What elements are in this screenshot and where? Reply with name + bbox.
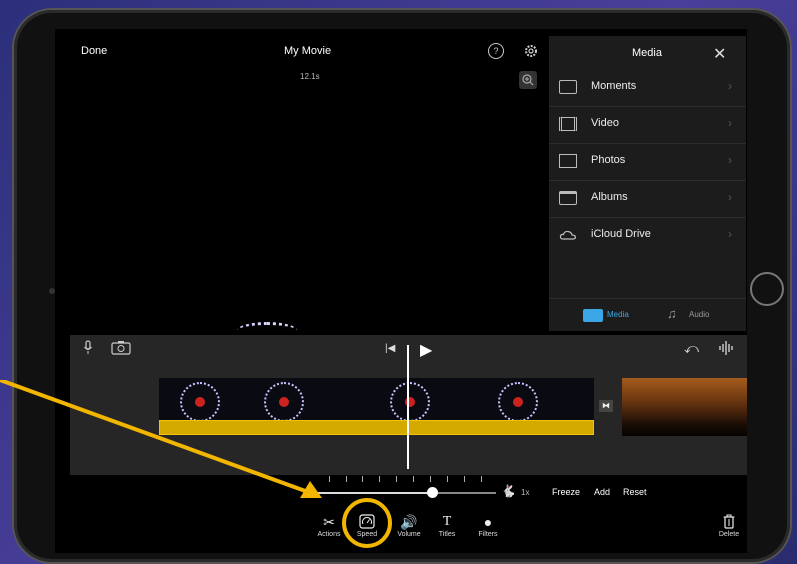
- tool-label: Actions: [317, 531, 341, 538]
- media-item-photos[interactable]: Photos ›: [549, 143, 746, 181]
- film-icon: [559, 117, 577, 131]
- playhead-marker: [402, 335, 414, 343]
- microphone-icon[interactable]: [83, 340, 93, 356]
- clip-frame-thumbnail: [390, 382, 430, 422]
- speed-tick: [346, 476, 347, 482]
- speed-tick: [481, 476, 482, 482]
- tab-label: Media: [607, 310, 629, 319]
- play-button[interactable]: ▶: [420, 340, 432, 360]
- tool-label: Volume: [397, 531, 421, 538]
- media-panel-title: Media: [632, 47, 662, 59]
- media-tab-bar: Media ♫ Audio: [549, 298, 746, 332]
- tab-label: Audio: [689, 310, 710, 319]
- close-icon[interactable]: ✕: [713, 44, 726, 64]
- reset-button[interactable]: Reset: [623, 487, 647, 497]
- undo-icon[interactable]: ⤺: [684, 340, 699, 357]
- speed-tick: [464, 476, 465, 482]
- speed-tick: [413, 476, 414, 482]
- titles-tool[interactable]: T Titles: [434, 514, 460, 538]
- audio-waveform-icon[interactable]: [718, 340, 736, 356]
- scissors-icon: ✂: [323, 514, 335, 530]
- media-item-label: Moments: [591, 80, 637, 92]
- speed-rate-label: 1x: [521, 488, 530, 497]
- filters-tool[interactable]: ● Filters: [475, 514, 501, 538]
- media-item-moments[interactable]: Moments ›: [549, 69, 746, 107]
- actions-tool[interactable]: ✂ Actions: [315, 514, 343, 538]
- speed-slider-fill: [318, 492, 432, 494]
- media-panel: Media ✕ Moments › Video › Photos › Album…: [549, 36, 746, 331]
- speed-tick: [379, 476, 380, 482]
- media-item-icloud-drive[interactable]: iCloud Drive ›: [549, 217, 746, 254]
- rabbit-icon: 🐇: [501, 484, 516, 498]
- chevron-right-icon: ›: [728, 190, 732, 204]
- home-button[interactable]: [750, 272, 784, 306]
- speed-tick: [447, 476, 448, 482]
- moments-icon: [559, 80, 577, 94]
- media-item-label: Albums: [591, 191, 628, 203]
- speaker-icon: 🔊: [400, 514, 418, 530]
- tool-label: Filters: [478, 531, 498, 538]
- photo-icon: [559, 154, 577, 168]
- trash-icon: [715, 514, 743, 531]
- media-item-label: Video: [591, 117, 619, 129]
- gear-icon[interactable]: [523, 43, 539, 59]
- add-button[interactable]: Add: [594, 487, 610, 497]
- cloud-icon: [559, 228, 577, 242]
- music-note-icon: ♫: [667, 306, 677, 321]
- transition-icon[interactable]: ⧓: [599, 400, 613, 412]
- chevron-right-icon: ›: [728, 79, 732, 93]
- tool-label: Titles: [438, 531, 456, 538]
- delete-tool[interactable]: Delete: [715, 514, 743, 538]
- camera-icon[interactable]: [111, 340, 131, 355]
- media-item-albums[interactable]: Albums ›: [549, 180, 746, 218]
- albums-icon: [559, 191, 577, 205]
- media-item-video[interactable]: Video ›: [549, 106, 746, 144]
- zoom-in-icon[interactable]: [519, 71, 537, 89]
- speed-tick: [396, 476, 397, 482]
- freeze-button[interactable]: Freeze: [552, 487, 580, 497]
- tool-label: Delete: [718, 531, 740, 538]
- help-icon[interactable]: ?: [488, 43, 504, 59]
- second-clip-thumbnail[interactable]: [622, 378, 747, 436]
- skip-to-start-icon[interactable]: |◀: [385, 343, 395, 354]
- text-icon: T: [442, 514, 452, 529]
- done-button[interactable]: Done: [81, 45, 107, 57]
- volume-tool[interactable]: 🔊 Volume: [395, 514, 423, 538]
- media-item-label: iCloud Drive: [591, 228, 651, 240]
- playhead: [407, 345, 409, 469]
- speed-slider-knob[interactable]: [427, 487, 438, 498]
- filters-icon: ●: [483, 514, 493, 530]
- project-title: My Movie: [284, 45, 332, 57]
- chevron-right-icon: ›: [728, 227, 732, 241]
- speed-highlight-ring: [342, 498, 392, 548]
- annotation-arrow: [0, 380, 322, 498]
- speed-tick: [430, 476, 431, 482]
- media-tab-icon: [583, 309, 603, 322]
- media-item-label: Photos: [591, 154, 626, 166]
- clip-frame-thumbnail: [498, 382, 538, 422]
- speed-tick: [362, 476, 363, 482]
- chevron-right-icon: ›: [728, 116, 732, 130]
- chevron-right-icon: ›: [728, 153, 732, 167]
- project-duration: 12.1s: [300, 72, 320, 81]
